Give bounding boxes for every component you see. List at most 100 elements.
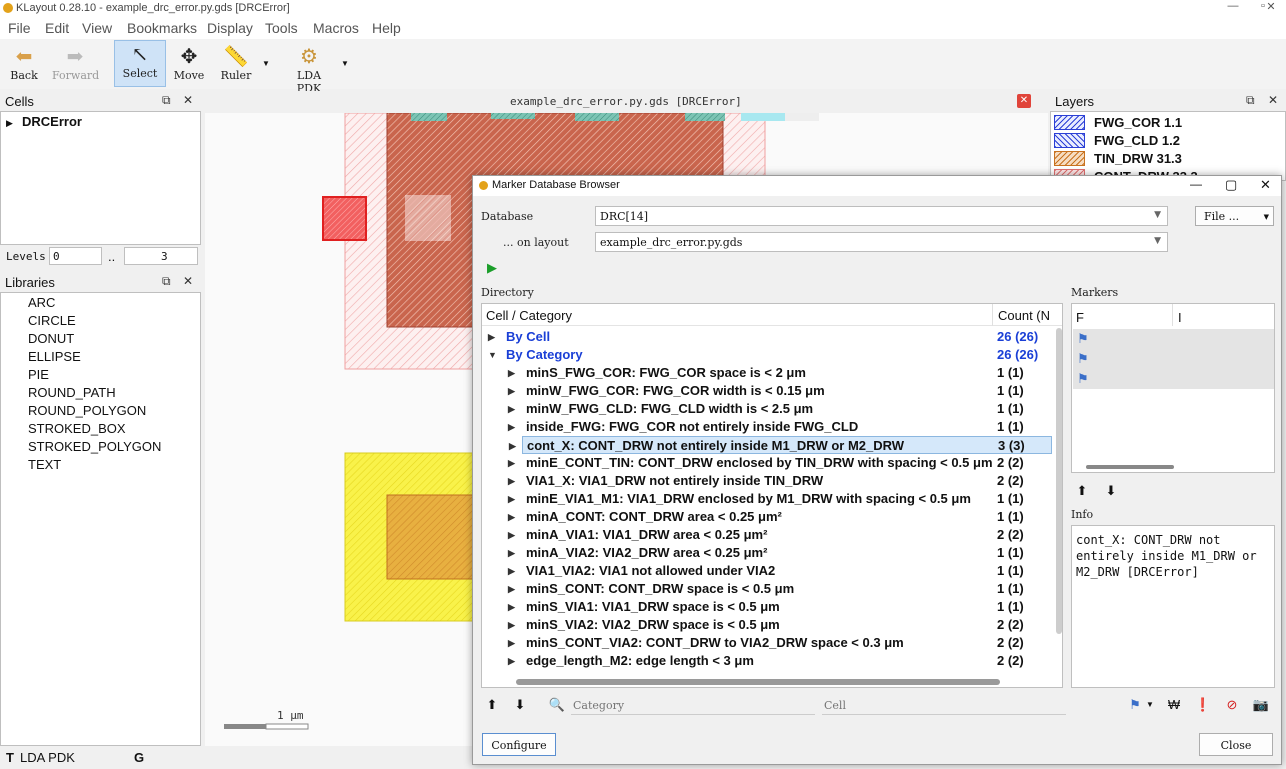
library-item[interactable]: ROUND_PATH: [28, 385, 116, 400]
layer-item[interactable]: TIN_DRW 31.3: [1051, 150, 1285, 168]
tree-row[interactable]: ▼ By Category 26 (26): [482, 346, 1052, 364]
markers-col-i[interactable]: I: [1178, 310, 1182, 325]
tree-row[interactable]: ▶ minS_CONT: CONT_DRW space is < 0.5 μm 1 …: [482, 580, 1052, 598]
expand-icon[interactable]: ▶: [508, 566, 515, 577]
expand-icon[interactable]: ▶: [6, 118, 13, 129]
expand-icon[interactable]: ▶: [508, 530, 515, 541]
vertical-scrollbar[interactable]: [1056, 328, 1062, 634]
expand-icon[interactable]: ▶: [508, 620, 515, 631]
col-count[interactable]: Count (N: [998, 308, 1050, 323]
tree-row[interactable]: ▶ minS_CONT_VIA2: CONT_DRW to VIA2_DRW sp…: [482, 634, 1052, 652]
move-button[interactable]: ✥ Move: [166, 43, 212, 87]
cell-filter-input[interactable]: [822, 697, 1066, 715]
menu-display[interactable]: Display: [207, 20, 253, 36]
menu-help[interactable]: Help: [372, 20, 401, 36]
expand-icon[interactable]: ▶: [508, 602, 515, 613]
category-down-icon[interactable]: ⬇: [509, 695, 531, 715]
marker-down-icon[interactable]: ⬇: [1100, 481, 1122, 501]
close-window-icon[interactable]: ✕: [1256, 0, 1286, 17]
lda-pdk-tab[interactable]: LDA PDK: [20, 750, 75, 765]
expand-icon[interactable]: ▶: [508, 494, 515, 505]
close-panel-icon[interactable]: ✕: [183, 274, 193, 288]
float-panel-icon[interactable]: ⧉: [1246, 93, 1255, 108]
library-item[interactable]: DONUT: [28, 331, 74, 346]
marker-row[interactable]: ⚑: [1073, 349, 1274, 369]
t-tab[interactable]: T: [6, 750, 14, 765]
expand-icon[interactable]: ▶: [509, 441, 516, 452]
close-panel-icon[interactable]: ✕: [183, 93, 193, 107]
horizontal-scrollbar[interactable]: [1086, 465, 1174, 469]
tree-row[interactable]: ▶ minA_CONT: CONT_DRW area < 0.25 μm² 1 (1…: [482, 508, 1052, 526]
tree-row[interactable]: ▶ VIA1_X: VIA1_DRW not entirely inside TI…: [482, 472, 1052, 490]
tree-row[interactable]: ▶ minA_VIA2: VIA2_DRW area < 0.25 μm² 1 (1…: [482, 544, 1052, 562]
minimize-icon[interactable]: —: [1190, 177, 1202, 191]
dropdown-icon[interactable]: ▼: [1146, 700, 1154, 709]
database-select[interactable]: DRC[14] ▼: [595, 206, 1168, 226]
tree-row[interactable]: ▶ minW_FWG_COR: FWG_COR width is < 0.15 μ…: [482, 382, 1052, 400]
tree-row[interactable]: ▶ By Cell 26 (26): [482, 328, 1052, 346]
expand-icon[interactable]: ▶: [508, 638, 515, 649]
view-tab-title[interactable]: example_drc_error.py.gds [DRCError]: [510, 95, 742, 108]
tree-row[interactable]: ▶ VIA1_VIA2: VIA1 not allowed under VIA2 1…: [482, 562, 1052, 580]
menu-view[interactable]: View: [82, 20, 112, 36]
horizontal-scrollbar[interactable]: [516, 679, 1000, 685]
menu-bookmarks[interactable]: Bookmarks: [127, 20, 197, 36]
category-up-icon[interactable]: ⬆: [481, 695, 503, 715]
expand-icon[interactable]: ▶: [508, 476, 515, 487]
library-item[interactable]: PIE: [28, 367, 49, 382]
menu-edit[interactable]: Edit: [45, 20, 69, 36]
close-view-icon[interactable]: ✕: [1017, 94, 1031, 108]
library-item[interactable]: ELLIPSE: [28, 349, 81, 364]
library-item[interactable]: ROUND_POLYGON: [28, 403, 146, 418]
collapse-icon[interactable]: ▼: [488, 350, 497, 360]
level-from-spinbox[interactable]: 0: [49, 247, 102, 265]
tree-row[interactable]: ▶ minA_VIA1: VIA1_DRW area < 0.25 μm² 2 (2…: [482, 526, 1052, 544]
pdk-dropdown-icon[interactable]: ▼: [341, 59, 349, 68]
library-item[interactable]: TEXT: [28, 457, 61, 472]
library-item[interactable]: STROKED_POLYGON: [28, 439, 161, 454]
maximize-icon[interactable]: ▢: [1225, 177, 1237, 193]
lda-pdk-button[interactable]: ⚙ LDA PDK: [284, 43, 334, 95]
library-item[interactable]: STROKED_BOX: [28, 421, 126, 436]
select-button[interactable]: ↖ Select: [114, 40, 166, 87]
expand-icon[interactable]: ▶: [508, 548, 515, 559]
important-icon[interactable]: ❗: [1192, 695, 1214, 715]
no-screenshot-icon[interactable]: ⊘: [1221, 695, 1243, 715]
ruler-button[interactable]: 📏 Ruler: [212, 43, 260, 87]
configure-button[interactable]: Configure: [482, 733, 556, 756]
marker-up-icon[interactable]: ⬆: [1071, 481, 1093, 501]
close-panel-icon[interactable]: ✕: [1268, 93, 1278, 107]
back-button[interactable]: ⬅ Back: [0, 43, 48, 87]
tree-row[interactable]: ▶ minE_VIA1_M1: VIA1_DRW enclosed by M1_D…: [482, 490, 1052, 508]
run-play-icon[interactable]: ▶: [487, 260, 497, 276]
expand-icon[interactable]: ▶: [508, 458, 515, 469]
g-tab[interactable]: G: [134, 750, 144, 765]
expand-icon[interactable]: ▶: [508, 386, 515, 397]
cell-item-drcerror[interactable]: DRCError: [22, 114, 82, 129]
ruler-dropdown-icon[interactable]: ▼: [262, 59, 270, 68]
marker-row[interactable]: ⚑: [1073, 329, 1274, 349]
camera-icon[interactable]: 📷: [1250, 695, 1272, 715]
category-filter-input[interactable]: [571, 697, 815, 715]
menu-macros[interactable]: Macros: [313, 20, 359, 36]
tree-row[interactable]: ▶ minW_FWG_CLD: FWG_CLD width is < 2.5 μm…: [482, 400, 1052, 418]
markers-col-f[interactable]: F: [1076, 310, 1084, 325]
tree-row[interactable]: ▶ edge_length_M2: edge length < 3 μm 2 (2): [482, 652, 1052, 670]
float-panel-icon[interactable]: ⧉: [162, 274, 171, 289]
tree-row[interactable]: ▶ cont_X: CONT_DRW not entirely inside M1…: [509, 436, 1052, 454]
flag-filter-icon[interactable]: ⚑: [1124, 695, 1146, 715]
float-panel-icon[interactable]: ⧉: [162, 93, 171, 108]
level-to-spinbox[interactable]: 3: [124, 247, 198, 265]
forward-button[interactable]: ➡ Forward: [52, 43, 99, 87]
library-item[interactable]: ARC: [28, 295, 55, 310]
layer-item[interactable]: FWG_CLD 1.2: [1051, 132, 1285, 150]
menu-tools[interactable]: Tools: [265, 20, 298, 36]
marker-row[interactable]: ⚑: [1073, 369, 1274, 389]
col-cell-category[interactable]: Cell / Category: [486, 308, 572, 323]
waived-icon[interactable]: ₩: [1163, 695, 1185, 715]
tree-row[interactable]: ▶ minE_CONT_TIN: CONT_DRW enclosed by TIN…: [482, 454, 1052, 472]
close-dialog-icon[interactable]: ✕: [1260, 177, 1271, 193]
expand-icon[interactable]: ▶: [508, 656, 515, 667]
tree-row[interactable]: ▶ minS_VIA1: VIA1_DRW space is < 0.5 μm 1 …: [482, 598, 1052, 616]
layout-select[interactable]: example_drc_error.py.gds ▼: [595, 232, 1168, 252]
